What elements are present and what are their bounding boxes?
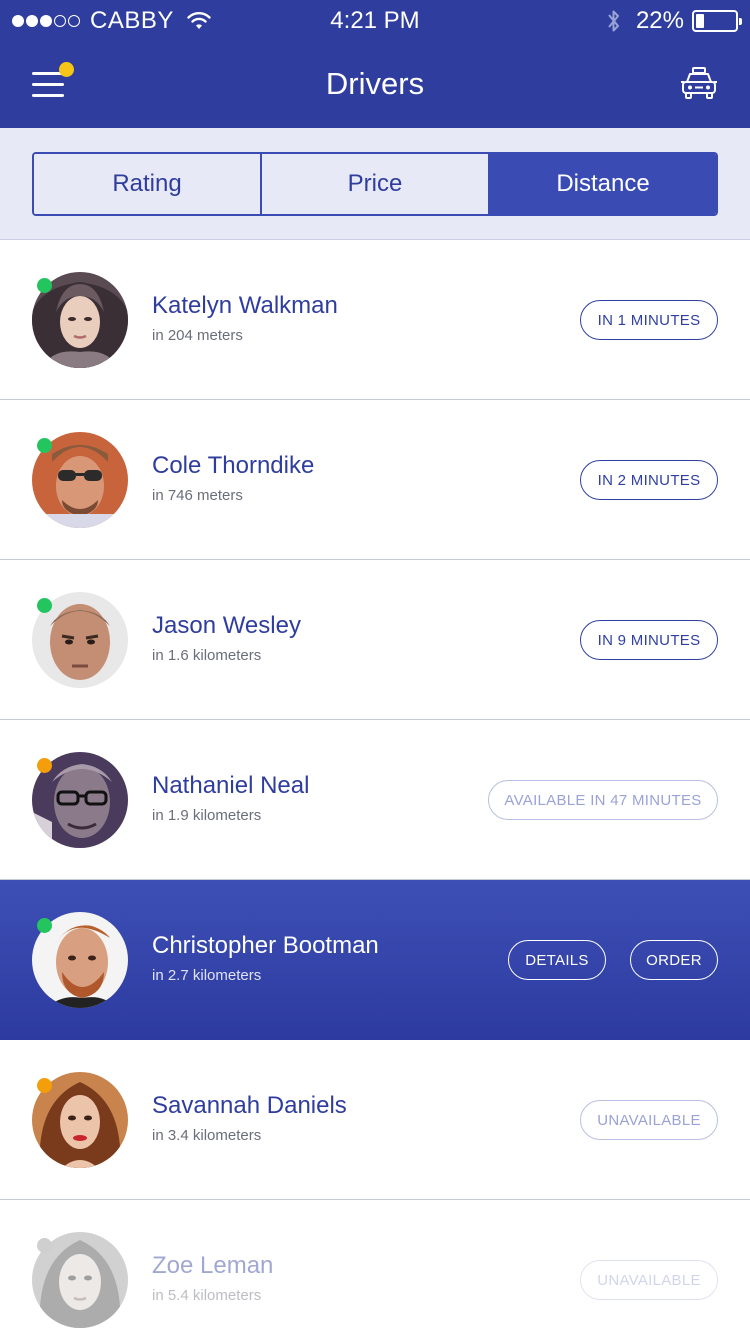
driver-name: Zoe Leman: [152, 1252, 274, 1279]
busy-status-dot: [37, 758, 52, 773]
drivers-list: Katelyn Walkman in 204 meters IN 1 MINUT…: [0, 240, 750, 1334]
battery-icon: [692, 10, 742, 32]
driver-distance: in 3.4 kilometers: [152, 1127, 262, 1144]
driver-name: Jason Wesley: [152, 612, 301, 639]
sort-bar: Rating Price Distance: [0, 128, 750, 240]
app-header: CABBY 4:21 PM 22% Drivers: [0, 0, 750, 128]
driver-row[interactable]: Jason Wesley in 1.6 kilometers IN 9 MINU…: [0, 560, 750, 720]
eta-button[interactable]: IN 2 MINUTES: [580, 460, 718, 500]
driver-row-selected[interactable]: Christopher Bootman in 2.7 kilometers DE…: [0, 880, 750, 1040]
driver-name: Katelyn Walkman: [152, 292, 338, 319]
offline-status-dot: [37, 1238, 52, 1253]
driver-distance: in 1.9 kilometers: [152, 807, 262, 824]
driver-distance: in 746 meters: [152, 487, 243, 504]
driver-name: Christopher Bootman: [152, 932, 379, 959]
driver-row[interactable]: Zoe Leman in 5.4 kilometers UNAVAILABLE: [0, 1200, 750, 1334]
order-button[interactable]: ORDER: [630, 940, 718, 980]
details-button[interactable]: DETAILS: [508, 940, 606, 980]
busy-status-dot: [37, 1078, 52, 1093]
tab-rating[interactable]: Rating: [34, 154, 260, 214]
eta-button[interactable]: IN 9 MINUTES: [580, 620, 718, 660]
availability-button[interactable]: AVAILABLE IN 47 MINUTES: [488, 780, 718, 820]
bluetooth-icon: [608, 10, 619, 32]
driver-name: Nathaniel Neal: [152, 772, 310, 799]
driver-row[interactable]: Nathaniel Neal in 1.9 kilometers AVAILAB…: [0, 720, 750, 880]
online-status-dot: [37, 598, 52, 613]
driver-name: Savannah Daniels: [152, 1092, 347, 1119]
driver-row[interactable]: Cole Thorndike in 746 meters IN 2 MINUTE…: [0, 400, 750, 560]
tab-distance[interactable]: Distance: [488, 154, 716, 214]
online-status-dot: [37, 438, 52, 453]
unavailable-button[interactable]: UNAVAILABLE: [580, 1260, 718, 1300]
eta-button[interactable]: IN 1 MINUTES: [580, 300, 718, 340]
driver-name: Cole Thorndike: [152, 452, 315, 479]
driver-row[interactable]: Katelyn Walkman in 204 meters IN 1 MINUT…: [0, 240, 750, 400]
battery-percent: 22%: [635, 7, 684, 34]
driver-distance: in 1.6 kilometers: [152, 647, 262, 664]
sort-segmented-control: Rating Price Distance: [32, 152, 718, 216]
driver-distance: in 204 meters: [152, 327, 243, 344]
tab-price[interactable]: Price: [260, 154, 488, 214]
driver-distance: in 5.4 kilometers: [152, 1287, 262, 1304]
status-bar: CABBY 4:21 PM 22%: [0, 0, 750, 40]
online-status-dot: [37, 918, 52, 933]
driver-row[interactable]: Savannah Daniels in 3.4 kilometers UNAVA…: [0, 1040, 750, 1200]
unavailable-button[interactable]: UNAVAILABLE: [580, 1100, 718, 1140]
page-title: Drivers: [325, 66, 425, 101]
status-bar-right: 22%: [606, 6, 742, 36]
online-status-dot: [37, 278, 52, 293]
driver-distance: in 2.7 kilometers: [152, 967, 262, 984]
taxi-icon[interactable]: [680, 66, 718, 102]
